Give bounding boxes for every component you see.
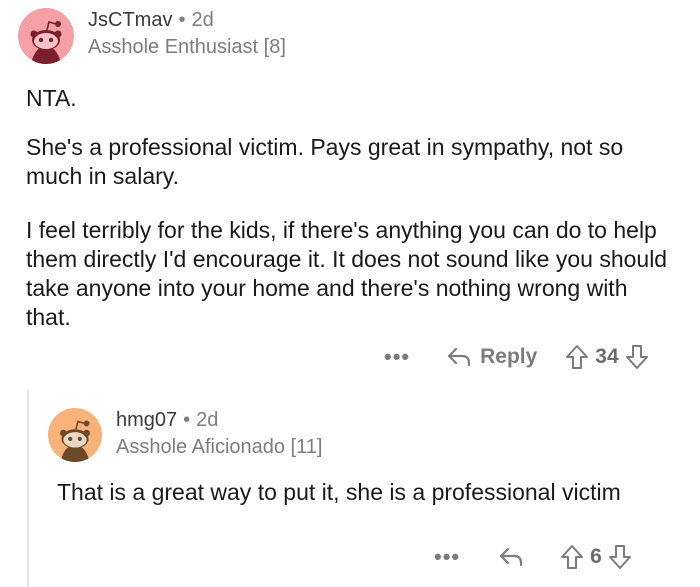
comment-age: 2d <box>196 409 219 431</box>
vote-score: 6 <box>590 545 602 568</box>
thread-line[interactable] <box>27 390 29 587</box>
username[interactable]: hmg07 <box>116 409 177 431</box>
vote-score: 34 <box>595 345 619 368</box>
upvote-arrow-icon[interactable] <box>565 344 589 370</box>
comment-thread: JsCTmav • 2d Asshole Enthusiast [8] NTA. S… <box>0 0 700 587</box>
snoo-avatar-icon <box>48 408 102 462</box>
downvote-arrow-icon[interactable] <box>625 344 649 370</box>
separator-dot: • <box>178 9 186 31</box>
more-options-icon[interactable]: ••• <box>384 344 410 370</box>
comment-paragraph: NTA. <box>26 85 77 111</box>
separator-dot: • <box>183 409 191 431</box>
reply-button[interactable]: Reply <box>446 345 537 369</box>
username[interactable]: JsCTmav <box>88 9 172 31</box>
upvote-arrow-icon[interactable] <box>560 544 584 570</box>
comment-author[interactable]: hmg07 • 2d <box>116 409 218 432</box>
comment-paragraph: She's a professional victim. Pays great … <box>26 134 624 189</box>
user-avatar[interactable] <box>48 408 102 462</box>
reply-label: Reply <box>480 345 538 368</box>
comment-actions: ••• 6 <box>434 540 632 574</box>
comment-actions: ••• Reply 34 <box>384 340 649 374</box>
more-options-icon[interactable]: ••• <box>434 544 460 570</box>
downvote-arrow-icon[interactable] <box>608 544 632 570</box>
snoo-avatar-icon <box>18 8 74 64</box>
user-flair: Asshole Enthusiast [8] <box>88 36 286 58</box>
reply-arrow-icon <box>446 346 472 368</box>
reply-arrow-icon[interactable] <box>498 546 524 568</box>
comment-paragraph: That is a great way to put it, she is a … <box>57 479 621 505</box>
comment-author[interactable]: JsCTmav • 2d <box>88 9 214 32</box>
user-flair: Asshole Aficionado [11] <box>116 436 323 458</box>
user-avatar[interactable] <box>18 8 74 64</box>
comment-age: 2d <box>191 9 214 31</box>
comment-paragraph: I feel terribly for the kids, if there's… <box>26 217 668 330</box>
